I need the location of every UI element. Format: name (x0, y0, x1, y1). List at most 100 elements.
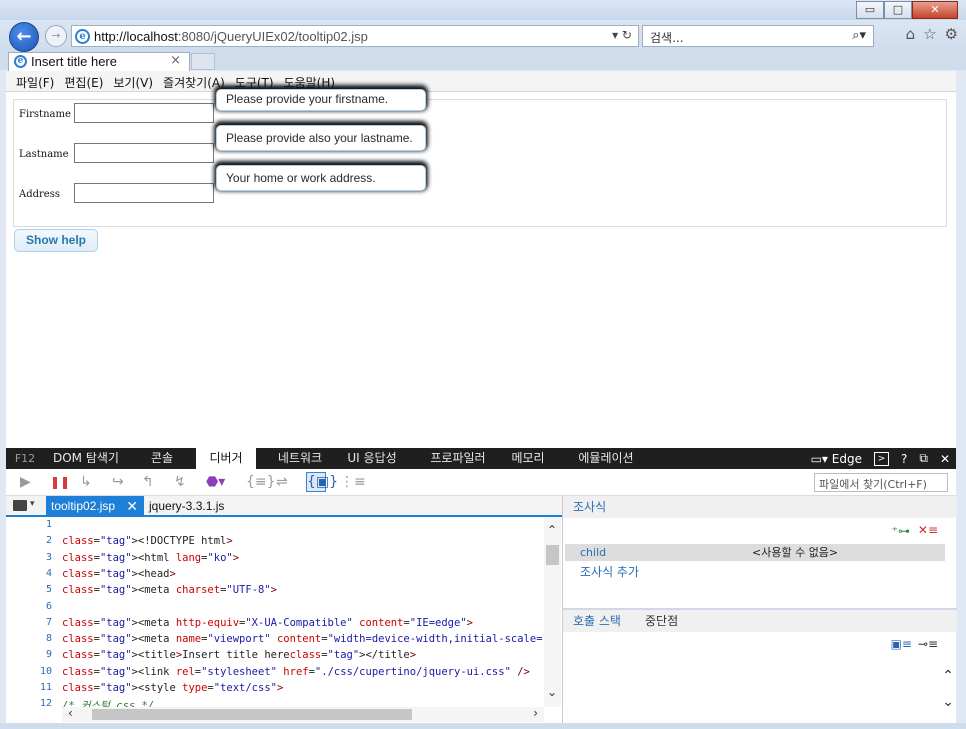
menu-view[interactable]: 보기(V) (109, 71, 159, 91)
show-help-button[interactable]: Show help (14, 229, 98, 252)
watch-row[interactable]: child <사용할 수 없음> (565, 544, 945, 561)
favorites-icon[interactable]: ☆ (923, 25, 936, 43)
chevron-down-icon[interactable]: ▾ (30, 499, 35, 509)
breakpoints-tab[interactable]: 중단점 (645, 610, 678, 632)
close-icon[interactable]: ✕ (126, 496, 138, 516)
url-text[interactable]: http://localhost:8080/jQueryUIEx02/toolt… (94, 29, 368, 44)
minimize-button[interactable]: ▭ (856, 1, 884, 19)
line-number[interactable]: 2 (6, 535, 52, 546)
line-number[interactable]: 6 (6, 601, 52, 612)
back-button[interactable]: ← (9, 22, 39, 52)
firstname-input[interactable] (74, 103, 214, 123)
line-number[interactable]: 4 (6, 568, 52, 579)
settings-icon[interactable]: ⚙ (945, 25, 958, 43)
code-line[interactable]: 4 class="tag"><head> (6, 568, 546, 584)
break-icon[interactable]: ❚❚ (50, 473, 70, 491)
forward-button[interactable]: → (45, 25, 67, 47)
word-wrap-icon[interactable]: ⇌ (276, 473, 288, 491)
new-tab-button[interactable] (191, 53, 215, 70)
delete-watches-icon[interactable]: ✕≡ (918, 523, 938, 537)
maximize-button[interactable]: □ (884, 1, 912, 19)
just-my-code-icon[interactable]: {▣} (306, 472, 338, 492)
menu-favorites[interactable]: 즐겨찾기(A) (159, 71, 231, 91)
browser-tab[interactable]: e Insert title here × (8, 52, 190, 71)
close-devtools-icon[interactable]: ✕ (940, 452, 950, 466)
code-vertical-scrollbar[interactable]: ⌃ ⌄ (544, 517, 561, 707)
close-window-button[interactable]: ✕ (912, 1, 958, 19)
code-line[interactable]: 10 class="tag"><link rel="stylesheet" hre… (6, 666, 546, 682)
menu-tools[interactable]: 도구(T) (231, 71, 280, 91)
show-frames-icon[interactable]: ▣≡ (891, 637, 912, 651)
address-input[interactable] (74, 183, 214, 203)
devtab-dom-explorer[interactable]: DOM 탐색기 (48, 448, 124, 469)
step-out-icon[interactable]: ↰ (142, 473, 154, 491)
scroll-up-icon[interactable]: ⌃ (942, 668, 954, 684)
code-line[interactable]: 3 class="tag"><html lang="ko"> (6, 552, 546, 568)
code-line[interactable]: 6 (6, 601, 546, 617)
break-on-new-worker-icon[interactable]: ↯ (174, 473, 186, 491)
watches-title[interactable]: 조사식 (573, 496, 606, 518)
line-number[interactable]: 10 (6, 666, 52, 677)
device-select[interactable]: ▭▾ Edge (811, 452, 862, 466)
line-number[interactable]: 7 (6, 617, 52, 628)
page-content: Firstname Lastname Address Please provid… (6, 89, 956, 448)
undock-icon[interactable]: ⧉ (919, 451, 928, 466)
line-number[interactable]: 5 (6, 584, 52, 595)
scroll-up-icon[interactable]: ⌃ (547, 523, 557, 537)
line-number[interactable]: 1 (6, 519, 52, 530)
folder-icon[interactable] (13, 500, 27, 511)
devtab-ui-responsiveness[interactable]: UI 응답성 (340, 448, 404, 469)
menu-edit[interactable]: 편집(E) (60, 71, 109, 91)
callstack-tab[interactable]: 호출 스택 (573, 610, 621, 632)
devtab-memory[interactable]: 메모리 (506, 448, 550, 469)
menu-file[interactable]: 파일(F) (12, 71, 60, 91)
devtab-profiler[interactable]: 프로파일러 (418, 448, 498, 469)
add-watch-icon[interactable]: ⁺⊶ (892, 524, 910, 538)
code-line[interactable]: 8 class="tag"><meta name="viewport" conte… (6, 633, 562, 649)
async-frames-icon[interactable]: ⊸≡ (918, 637, 938, 651)
line-number[interactable]: 12 (6, 698, 52, 709)
line-number[interactable]: 11 (6, 682, 52, 693)
code-line[interactable]: 7 class="tag"><meta http-equiv="X-UA-Comp… (6, 617, 546, 633)
scroll-right-icon[interactable]: › (533, 706, 538, 720)
code-horizontal-scrollbar[interactable]: ‹ › (62, 706, 544, 722)
file-tab-tooltip02[interactable]: tooltip02.jsp ✕ (46, 496, 144, 516)
code-line[interactable]: 5 class="tag"><meta charset="UTF-8"> (6, 584, 546, 600)
find-in-files-input[interactable]: 파일에서 찾기(Ctrl+F) (814, 473, 948, 492)
step-over-icon[interactable]: ↪ (112, 473, 124, 491)
devtab-console[interactable]: 콘솔 (140, 448, 184, 469)
search-icon[interactable]: ⌕▾ (852, 28, 866, 43)
step-into-icon[interactable]: ↳ (80, 473, 92, 491)
refresh-icon[interactable]: ▾ ↻ (612, 28, 632, 42)
add-watch-link[interactable]: 조사식 추가 (580, 563, 639, 580)
tab-close-icon[interactable]: × (170, 53, 181, 68)
code-editor[interactable]: 1 2 class="tag"><!DOCTYPE html> 3 class="tag… (6, 517, 562, 723)
code-hscroll-thumb[interactable] (92, 709, 412, 720)
home-icon[interactable]: ⌂ (906, 25, 916, 43)
line-number[interactable]: 8 (6, 633, 52, 644)
code-line[interactable]: 2 class="tag"><!DOCTYPE html> (6, 535, 546, 551)
line-number[interactable]: 9 (6, 649, 52, 660)
code-line[interactable]: 9 class="tag"><title>Insert title herecla… (6, 649, 546, 665)
devtab-debugger[interactable]: 디버거 (196, 448, 256, 469)
console-toggle-icon[interactable]: > (873, 451, 889, 466)
code-line[interactable]: 11 class="tag"><style type="text/css"> (6, 682, 546, 698)
menu-help[interactable]: 도움말(H) (280, 71, 342, 91)
file-tab-jquery[interactable]: jquery-3.3.1.js (144, 496, 224, 516)
address-bar[interactable]: e http://localhost:8080/jQueryUIEx02/too… (71, 25, 639, 47)
line-number[interactable]: 3 (6, 552, 52, 563)
scroll-left-icon[interactable]: ‹ (68, 706, 73, 720)
pretty-print-icon[interactable]: {≡} (246, 473, 276, 491)
lastname-input[interactable] (74, 143, 214, 163)
devtab-emulation[interactable]: 에뮬레이션 (572, 448, 640, 469)
help-icon[interactable]: ? (901, 452, 907, 466)
code-vscroll-thumb[interactable] (546, 545, 559, 565)
source-map-icon[interactable]: ⋮≡ (340, 473, 366, 491)
code-line[interactable]: 1 (6, 519, 546, 535)
scroll-down-icon[interactable]: ⌄ (547, 685, 557, 699)
continue-icon[interactable]: ▶ (20, 473, 31, 491)
scroll-down-icon[interactable]: ⌄ (942, 694, 954, 710)
exception-behavior-icon[interactable]: ⬣▾ (206, 473, 225, 491)
search-box[interactable]: 검색... ⌕▾ (642, 25, 874, 47)
devtab-network[interactable]: 네트워크 (268, 448, 332, 469)
